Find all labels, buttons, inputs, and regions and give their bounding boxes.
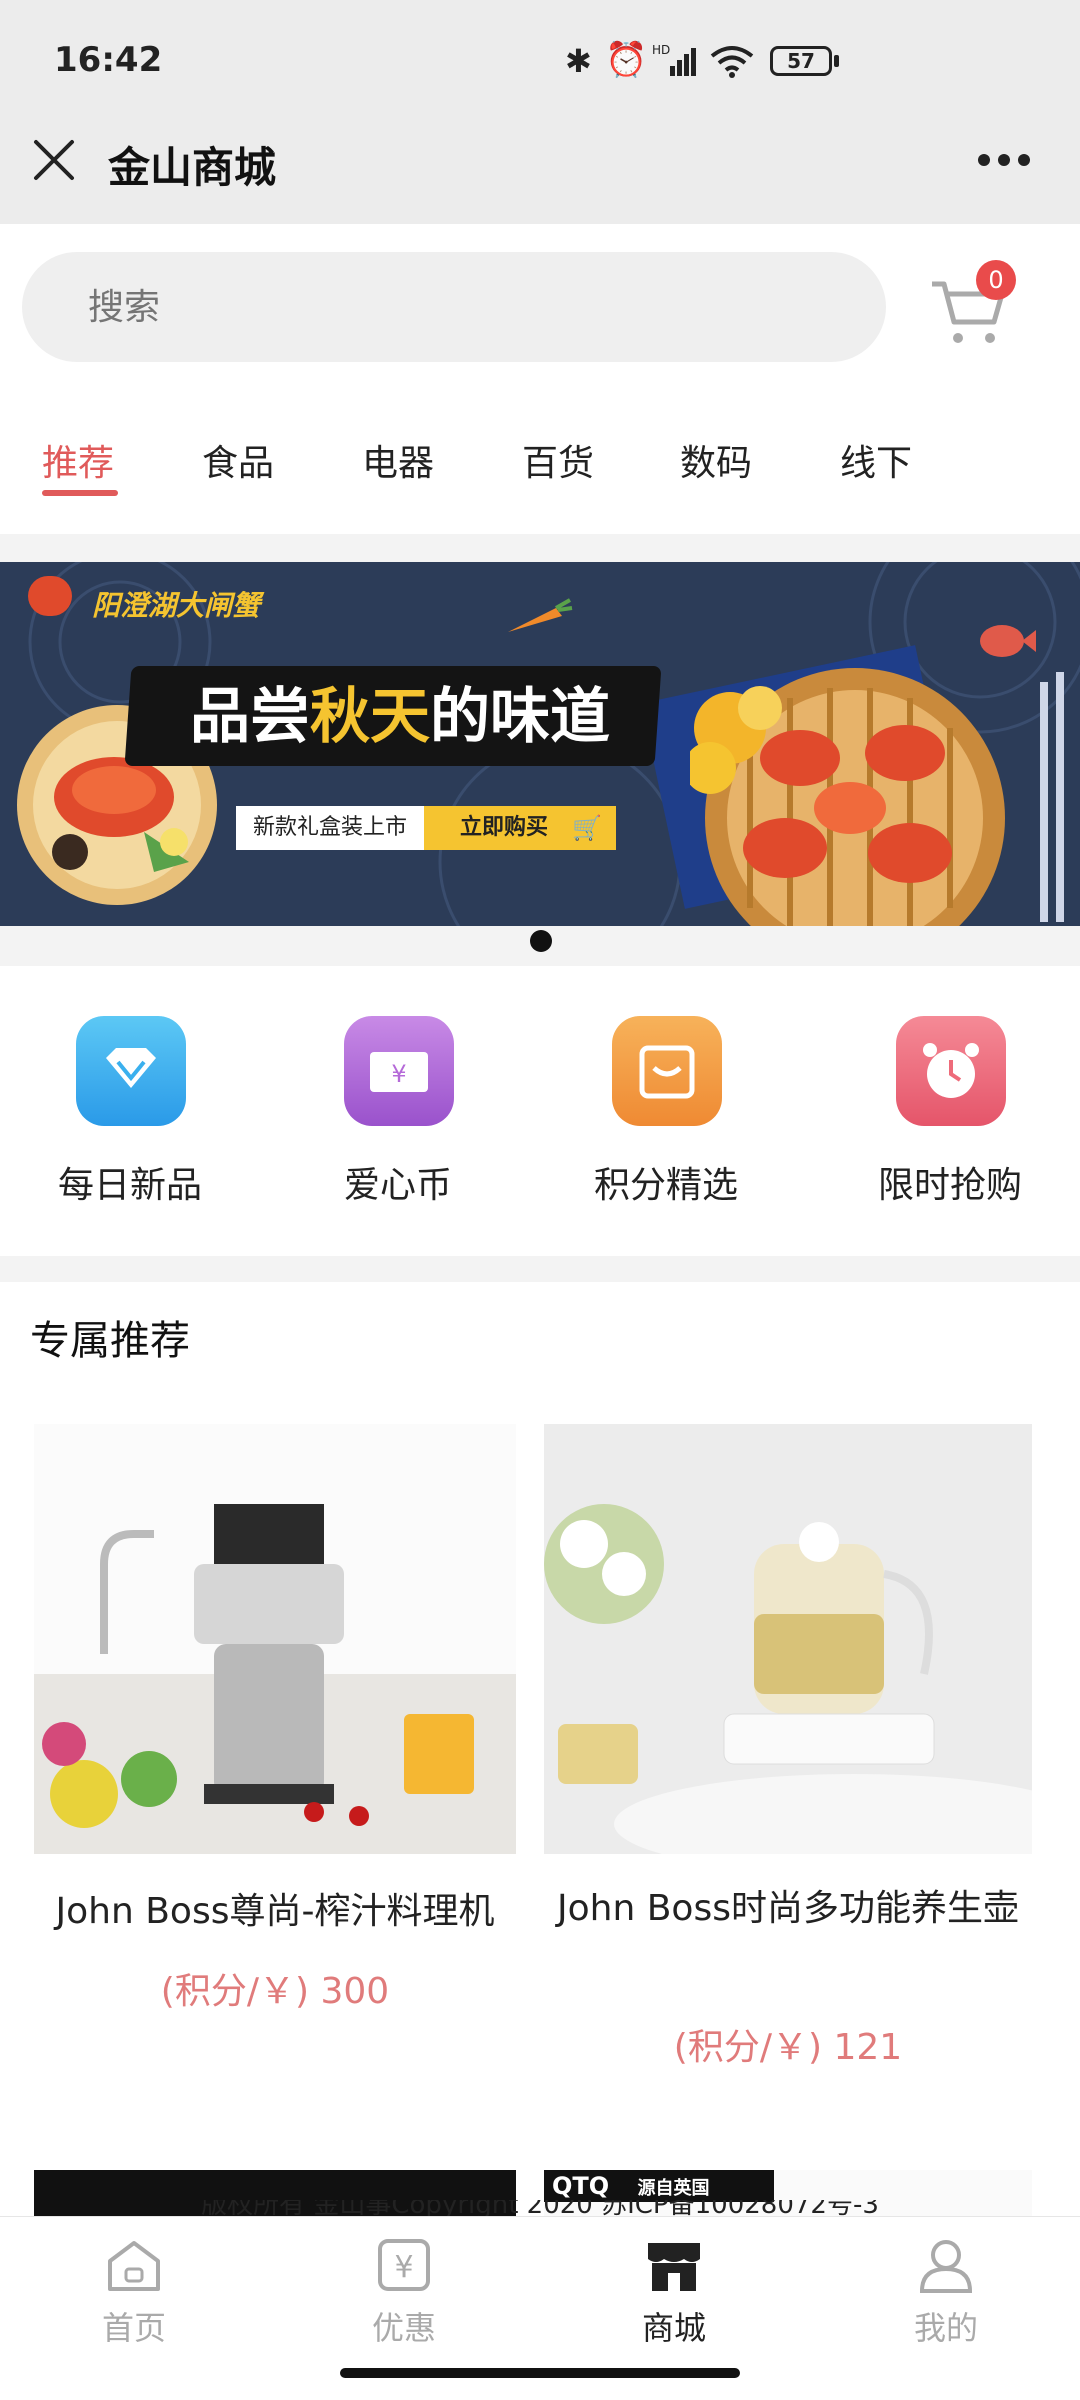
product-name-juicer: John Boss尊尚-榨汁料理机 [55, 1891, 495, 1932]
headline-pre: 品尝 [190, 682, 310, 752]
banner-brand: 阳澄湖大闸蟹 [92, 589, 261, 622]
signal-icon: HD [652, 44, 696, 76]
coin-ticket-icon: ¥ [344, 1016, 454, 1126]
battery-tip [834, 55, 839, 67]
search-row: 0 [0, 224, 1080, 374]
product-name-kettle: John Boss时尚多功能养生壶 [557, 1888, 1019, 1929]
banner-headline: 品尝秋天的味道 [190, 672, 610, 762]
status-time: 16:42 [54, 40, 163, 80]
qtq-brand-strip: QTQ 源自英国 [544, 2170, 774, 2202]
nav-label-mine: 我的 [913, 2309, 978, 2347]
battery-icon: 57 [770, 46, 832, 76]
section-title: 专属推荐 [30, 1318, 190, 1364]
product-image-juicer [34, 1424, 516, 1854]
pagination-dot-active[interactable] [530, 930, 552, 952]
headline-post: 的味道 [430, 682, 610, 752]
system-home-bar [0, 2356, 1080, 2400]
svg-text:¥: ¥ [394, 2250, 413, 2285]
category-tabs: 推荐 食品 电器 百货 数码 线下 [0, 374, 1080, 534]
quick-label-daily-new: 每日新品 [57, 1165, 202, 1206]
search-input[interactable] [88, 282, 788, 332]
alarm-icon: ⏰ [605, 40, 648, 80]
buy-now-button[interactable]: 立即购买 🛒 [424, 806, 616, 850]
page-title: 金山商城 [108, 143, 277, 192]
qtq-tag: 源自英国 [637, 2178, 710, 2199]
recommend-section: 专属推荐 John Boss尊尚-榨汁料理机 (积分/￥) 300 John B… [0, 1282, 1080, 2222]
banner-pagination [0, 926, 1080, 966]
tab-recommend[interactable]: 推荐 [42, 434, 114, 486]
status-bar: 16:42 ✱ ⏰ HD 57 [0, 0, 1080, 120]
nav-store[interactable]: 商城 [614, 2217, 734, 2357]
quick-label-love-coin: 爱心币 [343, 1165, 452, 1206]
store-icon [648, 2243, 700, 2291]
banner-tag: 新款礼盒装上市 [236, 806, 424, 850]
quick-flash-sale[interactable]: 限时抢购 [840, 966, 1060, 1256]
quick-entries: 每日新品 ¥ 爱心币 积分精选 限时抢购 [0, 966, 1080, 1256]
nav-home[interactable]: 首页 [74, 2217, 194, 2357]
quick-daily-new[interactable]: 每日新品 [20, 966, 240, 1256]
more-menu-icon[interactable] [978, 152, 1034, 168]
buy-now-label: 立即购买 [460, 815, 549, 840]
quick-love-coin[interactable]: ¥ 爱心币 [288, 966, 508, 1256]
bottom-nav: 首页 ¥ 优惠 商城 我的 [0, 2216, 1080, 2356]
product-card-juicer[interactable]: John Boss尊尚-榨汁料理机 (积分/￥) 300 [34, 1424, 516, 2044]
crab-logo-icon [28, 576, 72, 616]
nav-label-store: 商城 [641, 2309, 706, 2347]
nav-coupon[interactable]: ¥ 优惠 [344, 2217, 464, 2357]
tab-general[interactable]: 百货 [522, 434, 594, 486]
bluetooth-icon: ✱ [565, 42, 592, 80]
quick-points-select[interactable]: 积分精选 [556, 966, 776, 1256]
diamond-icon [76, 1016, 186, 1126]
product-price-juicer: (积分/￥) 300 [160, 1971, 390, 2012]
home-indicator[interactable] [340, 2368, 740, 2378]
product-card-kettle[interactable]: John Boss时尚多功能养生壶 (积分/￥) 121 [544, 1424, 1032, 2104]
tab-appliance[interactable]: 电器 [362, 434, 434, 486]
product-image-kettle [544, 1424, 1032, 1854]
carrot-icon [508, 598, 573, 632]
qtq-brand: QTQ [552, 2172, 610, 2200]
tab-active-indicator [42, 490, 118, 496]
svg-text:HD: HD [652, 44, 670, 57]
cart-badge: 0 [976, 260, 1016, 300]
quick-label-flash-sale: 限时抢购 [877, 1165, 1022, 1206]
tab-food[interactable]: 食品 [202, 434, 274, 486]
close-icon[interactable] [32, 138, 76, 182]
title-bar: 金山商城 [0, 120, 1080, 224]
search-box[interactable] [22, 252, 886, 362]
user-icon [919, 2240, 973, 2293]
fish-icon [980, 625, 1036, 657]
shopping-bag-icon [612, 1016, 722, 1126]
crab-steamer-image [690, 668, 1005, 926]
tab-digital[interactable]: 数码 [680, 434, 752, 486]
battery-level: 57 [787, 49, 815, 73]
tab-offline[interactable]: 线下 [840, 434, 912, 486]
headline-highlight: 秋天 [310, 682, 430, 752]
nav-mine[interactable]: 我的 [886, 2217, 1006, 2357]
nav-label-coupon: 优惠 [371, 2309, 436, 2347]
promo-banner[interactable]: 阳澄湖大闸蟹 品尝秋天的味道 新款礼盒装上市 立即购买 🛒 [0, 562, 1080, 926]
alarm-clock-icon [896, 1016, 1006, 1126]
wifi-icon [710, 46, 754, 78]
nav-label-home: 首页 [101, 2309, 166, 2347]
svg-text:¥: ¥ [391, 1060, 406, 1088]
product-price-kettle: (积分/￥) 121 [673, 2027, 903, 2068]
yen-coupon-icon: ¥ [378, 2239, 430, 2291]
cart-small-icon: 🛒 [572, 814, 602, 842]
home-icon [108, 2241, 160, 2291]
quick-label-points-select: 积分精选 [593, 1165, 738, 1206]
